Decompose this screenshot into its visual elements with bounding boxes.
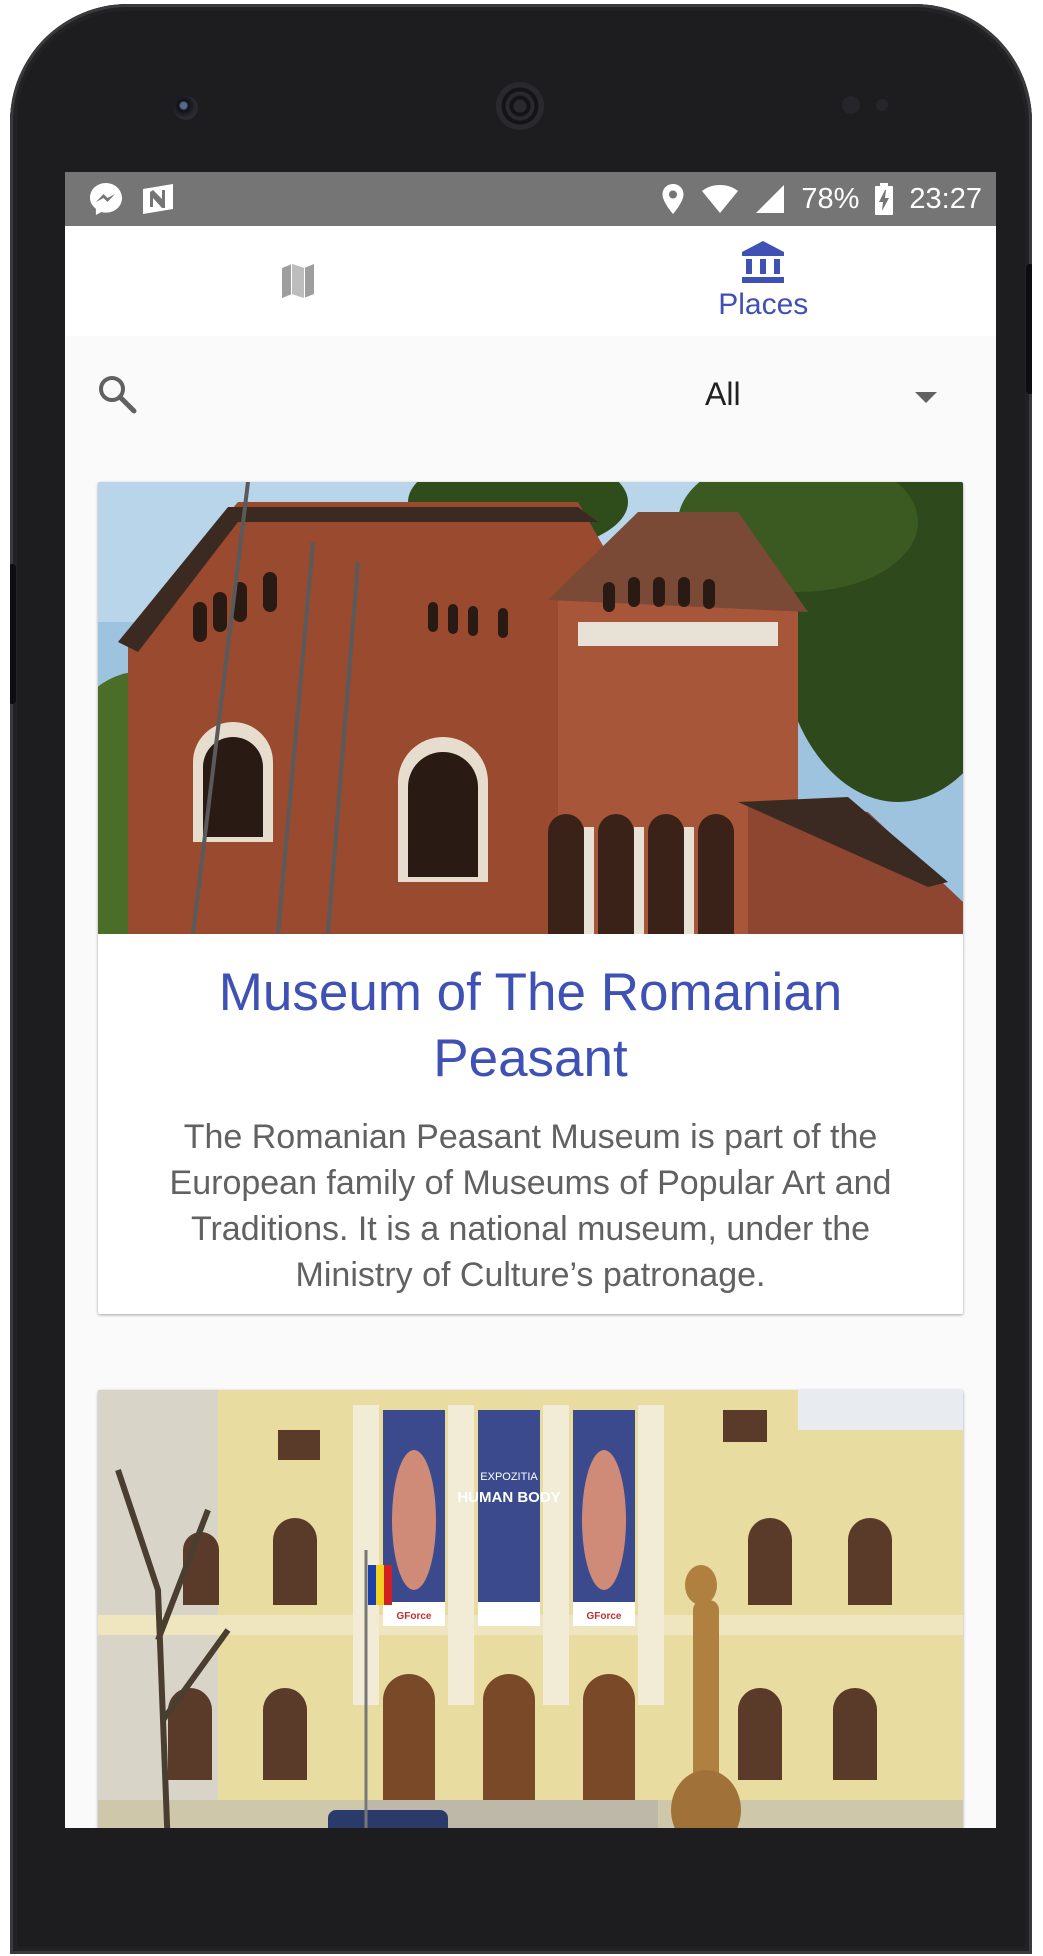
banner-subtitle: EXPOZITIA bbox=[480, 1471, 538, 1483]
banner-sponsor: GForce bbox=[396, 1611, 431, 1622]
volume-button bbox=[10, 564, 16, 704]
proximity-sensor bbox=[842, 96, 860, 114]
place-card[interactable]: EXPOZITIA HUMAN BODY GForce GForce bbox=[98, 1390, 963, 1828]
place-description: The Romanian Peasant Museum is part of t… bbox=[169, 1118, 892, 1294]
museum-icon bbox=[742, 241, 785, 283]
app-screen: 78% 23:27 Places All Museum of The Roman… bbox=[65, 172, 996, 1828]
clock: 23:27 bbox=[909, 182, 982, 215]
place-photo: EXPOZITIA HUMAN BODY GForce GForce bbox=[98, 1390, 963, 1828]
museum-photo-illustration: EXPOZITIA HUMAN BODY GForce GForce bbox=[98, 1390, 963, 1828]
place-card[interactable]: Museum of The Romanian Peasant The Roman… bbox=[98, 482, 963, 1314]
banner-title: HUMAN BODY bbox=[457, 1489, 560, 1506]
phone-frame: 78% 23:27 Places All Museum of The Roman… bbox=[10, 4, 1032, 1954]
status-bar: 78% 23:27 bbox=[65, 172, 996, 226]
banner-sponsor: GForce bbox=[586, 1611, 621, 1622]
tab-map[interactable] bbox=[65, 226, 531, 336]
filter-bar: All bbox=[65, 336, 996, 452]
category-select-value: All bbox=[705, 376, 741, 412]
place-photo bbox=[98, 482, 963, 934]
category-select[interactable]: All bbox=[705, 374, 965, 414]
tab-places-label: Places bbox=[718, 288, 809, 321]
battery-charging-icon bbox=[875, 183, 894, 215]
tab-places[interactable]: Places bbox=[531, 226, 997, 336]
earpiece-speaker bbox=[496, 82, 544, 130]
map-icon bbox=[281, 264, 314, 298]
top-nav: Places bbox=[65, 226, 996, 336]
battery-percent: 78% bbox=[801, 182, 860, 215]
chevron-down-icon bbox=[915, 392, 937, 403]
power-button bbox=[1026, 264, 1032, 394]
light-sensor bbox=[876, 99, 888, 111]
wifi-icon bbox=[702, 185, 739, 213]
search-icon[interactable] bbox=[95, 372, 139, 416]
messenger-icon bbox=[90, 183, 122, 215]
n-icon bbox=[143, 184, 173, 214]
museum-photo-illustration bbox=[98, 482, 963, 934]
signal-icon bbox=[756, 185, 785, 213]
location-icon bbox=[662, 184, 684, 214]
front-camera bbox=[174, 96, 198, 120]
place-title: Museum of The Romanian Peasant bbox=[218, 963, 843, 1088]
